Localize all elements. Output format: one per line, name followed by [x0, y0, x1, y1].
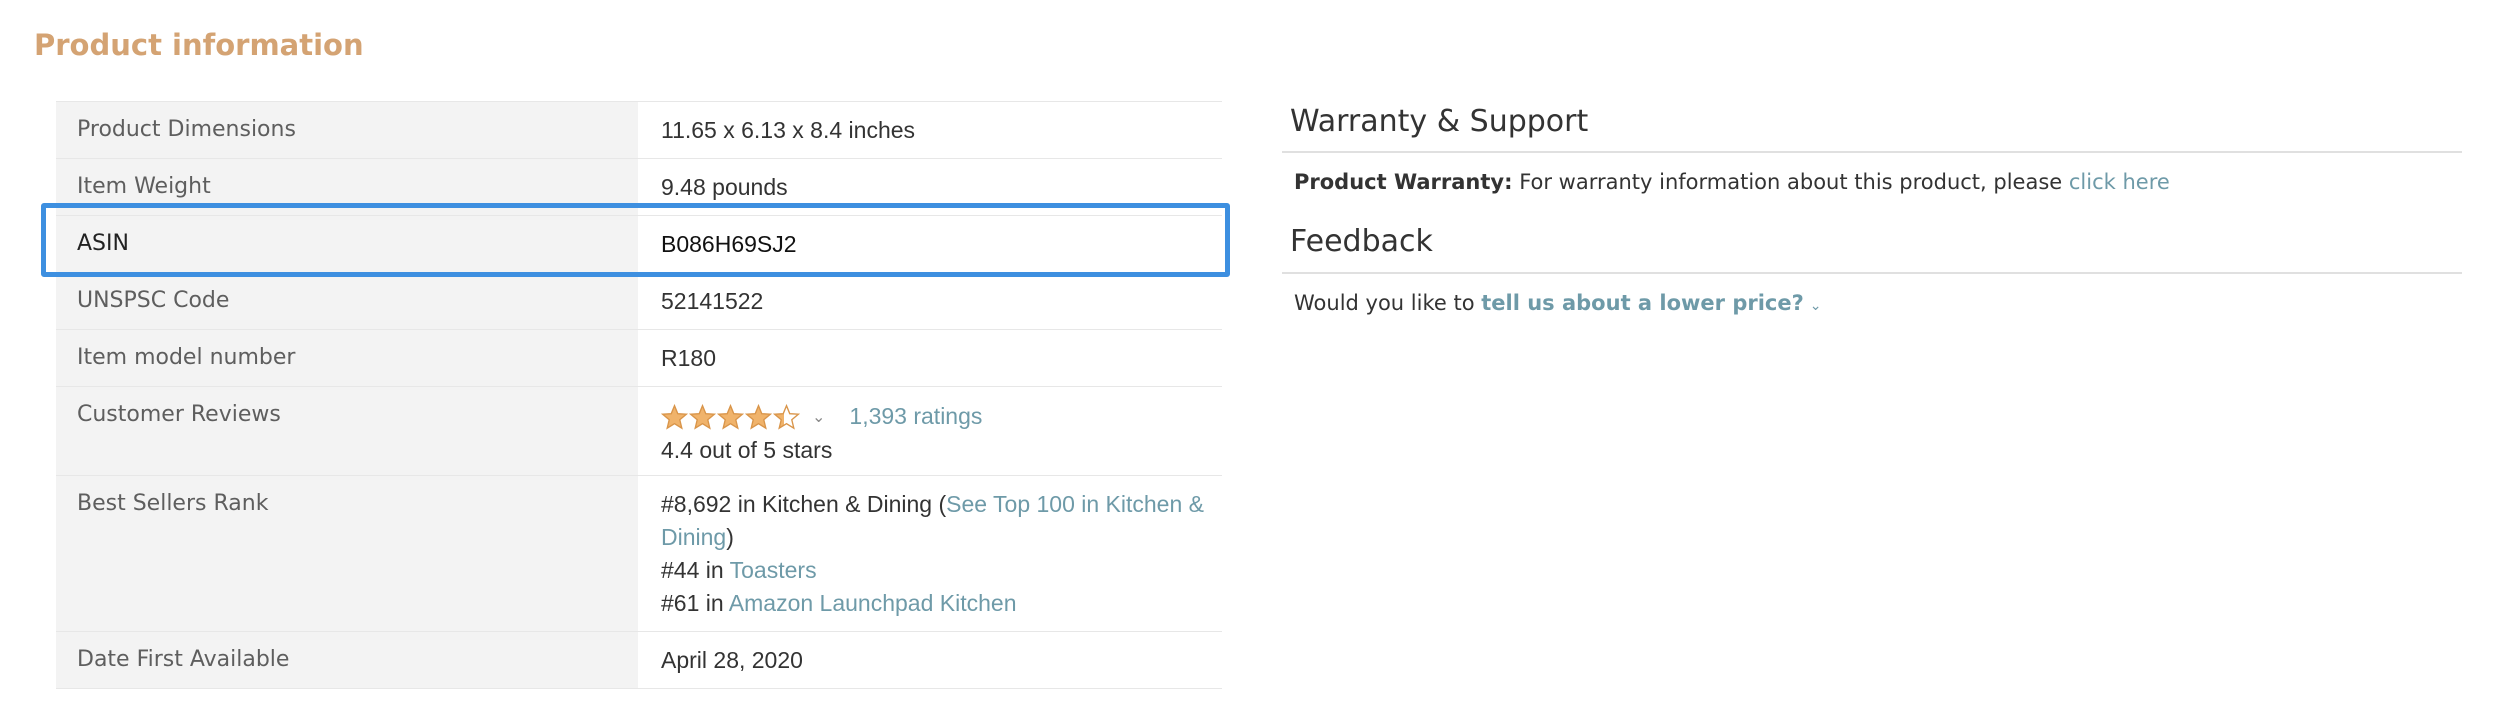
table-row: Product Dimensions 11.65 x 6.13 x 8.4 in…	[56, 101, 1222, 159]
chevron-down-icon[interactable]: ⌄	[812, 409, 825, 426]
star-icon	[745, 404, 772, 431]
warranty-click-here-link[interactable]: click here	[2069, 170, 2170, 194]
star-icon	[773, 404, 800, 431]
chevron-down-icon[interactable]: ⌄	[1810, 298, 1822, 314]
row-label: UNSPSC Code	[56, 272, 638, 330]
table-row: UNSPSC Code 52141522	[56, 272, 1222, 330]
table-row-date-first-available: Date First Available April 28, 2020	[56, 631, 1222, 689]
star-icon	[689, 404, 716, 431]
feedback-text: Would you like to	[1294, 291, 1482, 315]
table-row: Item Weight 9.48 pounds	[56, 158, 1222, 216]
row-label: Customer Reviews	[56, 386, 638, 476]
lower-price-link[interactable]: tell us about a lower price?	[1481, 291, 1804, 315]
star-icon	[717, 404, 744, 431]
feedback-prompt: Would you like to tell us about a lower …	[1294, 291, 1822, 315]
row-label: Product Dimensions	[56, 101, 638, 159]
row-label: Item Weight	[56, 158, 638, 216]
star-icon	[661, 404, 688, 431]
table-row-best-sellers-rank: Best Sellers Rank #8,692 in Kitchen & Di…	[56, 475, 1222, 632]
divider	[1282, 151, 2462, 153]
customer-reviews-value: ⌄ 1,393 ratings 4.4 out of 5 stars	[638, 386, 1222, 476]
row-label: Item model number	[56, 329, 638, 387]
row-value: April 28, 2020	[638, 631, 1222, 689]
rank-text: #61 in	[661, 590, 729, 616]
feedback-heading: Feedback	[1290, 224, 1433, 259]
rank-toasters: #44 in Toasters	[661, 554, 1222, 587]
ratings-count-link[interactable]: 1,393 ratings	[849, 403, 982, 429]
rank-text: #44 in	[661, 557, 730, 583]
table-row: Item model number R180	[56, 329, 1222, 387]
warranty-label: Product Warranty:	[1294, 170, 1513, 194]
rank-text: )	[726, 524, 734, 550]
row-value: R180	[638, 329, 1222, 387]
warranty-text: For warranty information about this prod…	[1512, 170, 2069, 194]
row-value: 52141522	[638, 272, 1222, 330]
row-value: 9.48 pounds	[638, 158, 1222, 216]
divider	[1282, 272, 2462, 274]
star-rating-icon[interactable]	[661, 404, 800, 431]
rank-text: #8,692 in Kitchen & Dining (	[661, 491, 947, 517]
warranty-info: Product Warranty: For warranty informati…	[1294, 170, 2170, 194]
row-value: 11.65 x 6.13 x 8.4 inches	[638, 101, 1222, 159]
product-information-title: Product information	[34, 28, 364, 62]
row-label: Date First Available	[56, 631, 638, 689]
rank-launchpad: #61 in Amazon Launchpad Kitchen	[661, 587, 1222, 620]
rating-line: ⌄ 1,393 ratings	[661, 401, 1222, 435]
asin-value: B086H69SJ2	[638, 215, 1222, 273]
best-sellers-rank-value: #8,692 in Kitchen & Dining (See Top 100 …	[638, 475, 1222, 632]
launchpad-kitchen-link[interactable]: Amazon Launchpad Kitchen	[729, 590, 1017, 616]
rank-kitchen-dining: #8,692 in Kitchen & Dining (See Top 100 …	[661, 488, 1222, 554]
rating-summary: 4.4 out of 5 stars	[661, 437, 833, 463]
row-label: ASIN	[56, 215, 638, 273]
product-details-table: Product Dimensions 11.65 x 6.13 x 8.4 in…	[56, 101, 1222, 689]
table-row-asin: ASIN B086H69SJ2	[56, 215, 1222, 273]
table-row-customer-reviews: Customer Reviews ⌄ 1,393 ratings 4.4 out …	[56, 386, 1222, 476]
warranty-support-heading: Warranty & Support	[1290, 104, 1589, 139]
toasters-link[interactable]: Toasters	[730, 557, 817, 583]
row-label: Best Sellers Rank	[56, 475, 638, 632]
